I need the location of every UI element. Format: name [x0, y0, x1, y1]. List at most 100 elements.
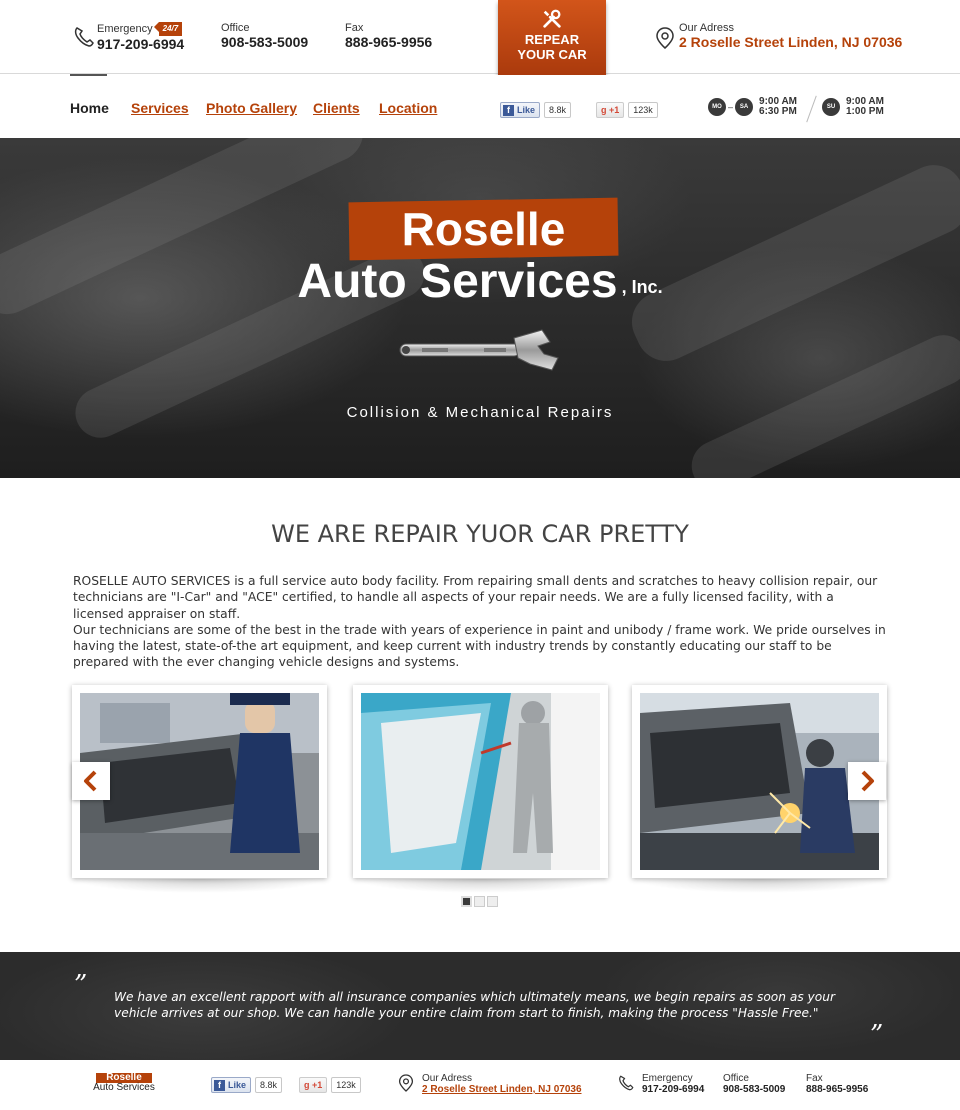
weekday-hours: MO – SA 9:00 AM 6:30 PM — [708, 97, 797, 117]
gallery-dot-3[interactable] — [487, 896, 498, 907]
hero-title-line2: Auto Services — [297, 255, 618, 308]
weekday-hours-text: 9:00 AM 6:30 PM — [759, 97, 797, 117]
footer-gplus-button[interactable]: g +1 — [299, 1077, 328, 1093]
facebook-icon: f — [503, 104, 514, 116]
phone-icon — [619, 1075, 634, 1091]
hero-title-suffix: , Inc. — [621, 277, 663, 297]
facebook-icon: f — [214, 1079, 225, 1091]
footer-office-label: Office — [723, 1073, 749, 1084]
sunday-close: 1:00 PM — [846, 106, 884, 117]
facebook-like-widget: f Like 8.8k — [500, 101, 572, 119]
nav-photo-gallery[interactable]: Photo Gallery — [206, 100, 297, 116]
facebook-like-count: 8.8k — [544, 102, 572, 118]
nav-home[interactable]: Home — [70, 100, 109, 116]
footer-logo-bottom: Auto Services — [93, 1082, 155, 1093]
gplus-icon: g — [304, 1080, 310, 1090]
chevron-left-icon — [84, 770, 97, 792]
emergency-label: Emergency — [97, 23, 153, 35]
gallery-next-button[interactable] — [848, 762, 886, 800]
facebook-like-label: Like — [517, 105, 536, 115]
sunday-hours: SU 9:00 AM 1:00 PM — [822, 97, 884, 117]
footer-address-value[interactable]: 2 Roselle Street Linden, NJ 07036 — [422, 1084, 582, 1095]
nav-active-indicator — [70, 74, 107, 76]
footer-gplus-count: 123k — [331, 1077, 361, 1093]
gplus-button[interactable]: g +1 — [596, 102, 625, 118]
gplus-count: 123k — [628, 102, 658, 118]
address-contact: Our Adress 2 Roselle Street Linden, NJ 0… — [679, 22, 902, 50]
day-su-badge: SU — [822, 98, 840, 116]
testimonial-text: We have an excellent rapport with all in… — [114, 990, 835, 1020]
location-pin-icon — [656, 27, 674, 49]
footer-facebook-widget: f Like 8.8k — [211, 1077, 283, 1093]
chevron-right-icon — [861, 770, 874, 792]
photo-mechanic-car-front — [80, 693, 319, 870]
footer-gplus-widget: g +1 123k — [299, 1077, 361, 1093]
testimonial-section: ” We have an excellent rapport with all … — [0, 952, 960, 1060]
gallery-pagination — [461, 896, 498, 907]
about-heading: WE ARE REPAIR YUOR CAR PRETTY — [271, 520, 689, 548]
badge-24-7: 24/7 — [153, 22, 183, 36]
about-paragraph-2: Our technicians are some of the best in … — [73, 622, 886, 670]
footer-office: Office 908-583-5009 — [723, 1073, 785, 1096]
gplus-widget: g +1 123k — [596, 101, 658, 119]
hero-title-roselle: Roselle — [401, 203, 566, 255]
footer-address-label: Our Adress — [422, 1073, 473, 1084]
open-quote-icon: ” — [74, 970, 88, 1000]
gplus-icon: g — [601, 105, 607, 115]
gallery-photo-2[interactable] — [353, 685, 608, 878]
footer-fax-number: 888-965-9956 — [806, 1084, 869, 1095]
phone-icon — [74, 27, 94, 47]
repair-button-line1: REPEAR — [524, 32, 580, 47]
photo-2-shadow — [353, 879, 608, 893]
wrench-icon — [399, 329, 559, 371]
footer-fax: Fax 888-965-9956 — [806, 1073, 869, 1096]
nav-clients[interactable]: Clients — [313, 100, 360, 116]
office-label: Office — [221, 22, 250, 34]
repair-your-car-button[interactable]: REPEAR YOUR CAR — [498, 0, 606, 78]
office-phone[interactable]: 908-583-5009 — [221, 34, 308, 50]
address-label: Our Adress — [679, 22, 735, 34]
gallery-photo-1[interactable] — [72, 685, 327, 878]
fax-contact: Fax 888-965-9956 — [345, 22, 432, 50]
footer-gplus-label: +1 — [312, 1080, 323, 1090]
address-value[interactable]: 2 Roselle Street Linden, NJ 07036 — [679, 34, 902, 50]
nav-location[interactable]: Location — [379, 100, 437, 116]
close-quote-icon: ” — [870, 1020, 884, 1050]
weekday-close: 6:30 PM — [759, 106, 797, 117]
footer-facebook-count: 8.8k — [255, 1077, 283, 1093]
photo-1-shadow — [72, 879, 327, 893]
footer-emergency-phone[interactable]: 917-209-6994 — [642, 1084, 704, 1095]
gplus-label: +1 — [609, 105, 620, 115]
gallery-dot-2[interactable] — [474, 896, 485, 907]
hero-tagline: Collision & Mechanical Repairs — [346, 404, 614, 421]
footer-facebook-like-button[interactable]: f Like — [211, 1077, 252, 1093]
footer-office-phone[interactable]: 908-583-5009 — [723, 1084, 785, 1095]
day-mo-badge: MO — [708, 98, 726, 116]
hero-banner: Roselle Auto Services, Inc. Collision & … — [0, 138, 960, 478]
footer: Roselle Auto Services f Like 8.8k g +1 12… — [0, 1060, 960, 1110]
hours-divider — [806, 95, 817, 123]
sunday-hours-text: 9:00 AM 1:00 PM — [846, 97, 884, 117]
office-contact: Office 908-583-5009 — [221, 22, 308, 50]
main-navigation: Home Services Photo Gallery Clients Loca… — [0, 74, 960, 138]
footer-emergency: Emergency 917-209-6994 — [642, 1074, 704, 1096]
gallery-dot-1[interactable] — [461, 896, 472, 907]
about-paragraph-1: ROSELLE AUTO SERVICES is a full service … — [73, 574, 878, 621]
about-text: ROSELLE AUTO SERVICES is a full service … — [73, 573, 888, 671]
photo-3-shadow — [632, 879, 887, 893]
repair-button-line2: YOUR CAR — [517, 47, 587, 62]
footer-fax-label: Fax — [806, 1073, 823, 1084]
top-contact-bar: Emergency 24/7 917-209-6994 Office 908-58… — [0, 0, 960, 78]
facebook-like-button[interactable]: f Like — [500, 102, 541, 118]
day-sa-badge: SA — [735, 98, 754, 116]
emergency-phone[interactable]: 917-209-6994 — [97, 36, 184, 52]
location-pin-icon — [398, 1074, 414, 1092]
footer-logo[interactable]: Roselle Auto Services — [90, 1073, 158, 1093]
fax-label: Fax — [345, 22, 364, 34]
tools-icon — [543, 9, 561, 28]
photo-welder-car — [640, 693, 879, 870]
hero-bg-shape — [683, 326, 960, 478]
gallery-prev-button[interactable] — [72, 762, 110, 800]
nav-services[interactable]: Services — [131, 100, 189, 116]
fax-number: 888-965-9956 — [345, 34, 433, 50]
